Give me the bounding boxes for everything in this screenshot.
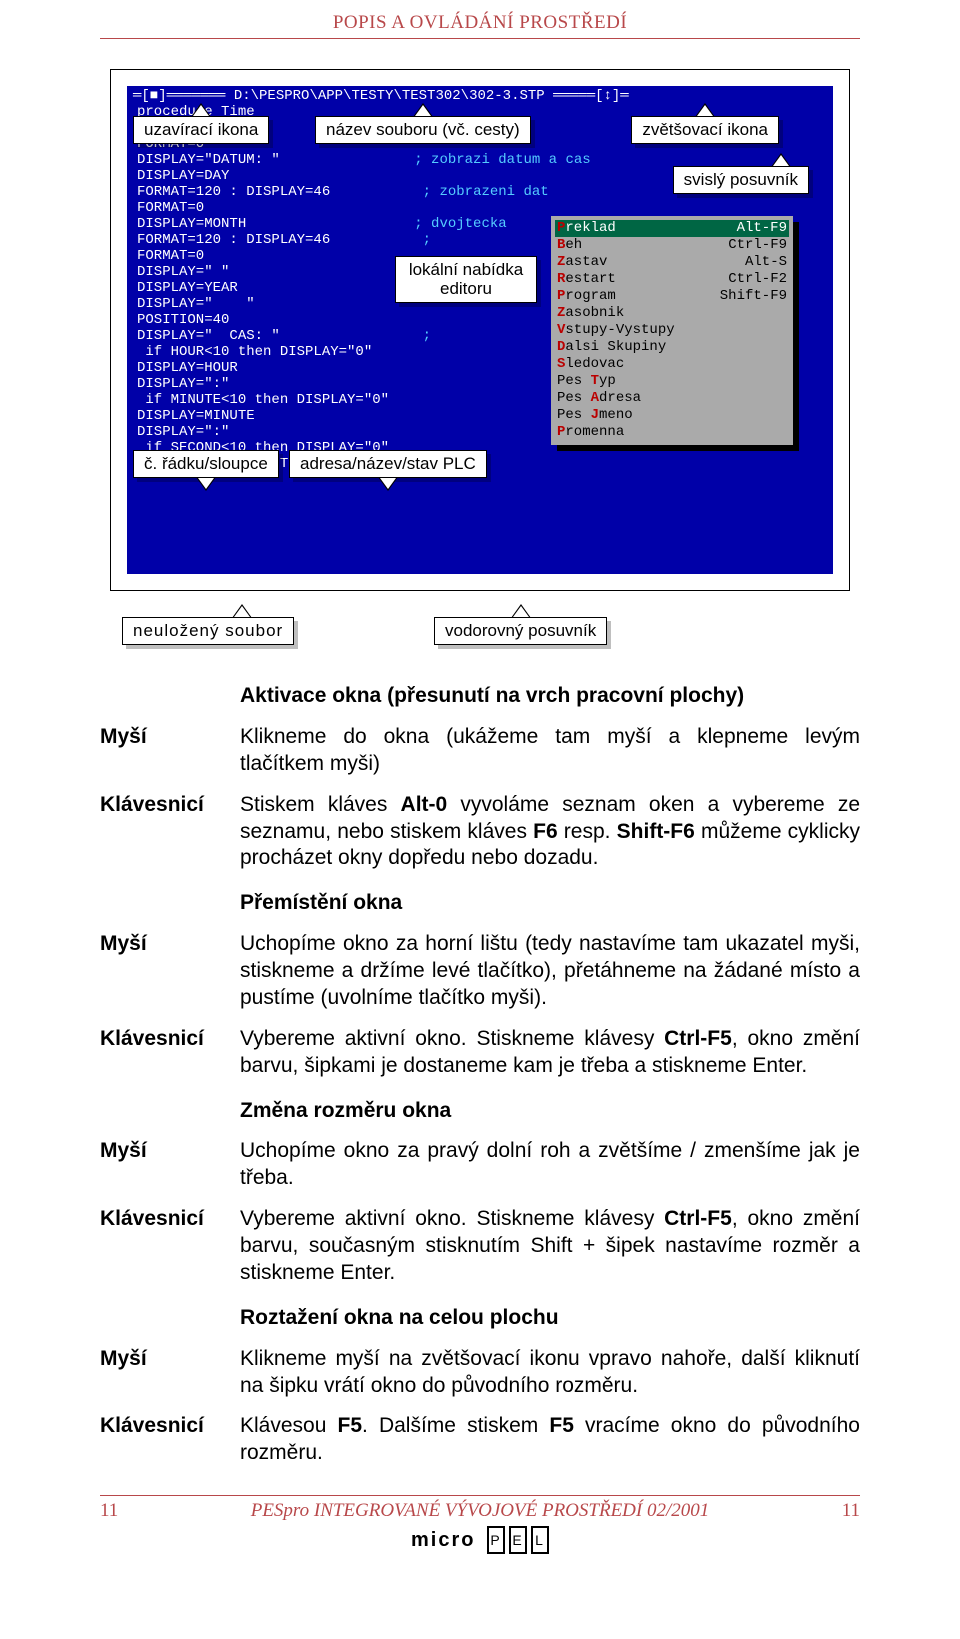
menu-item-vstupy-vystupy[interactable]: Vstupy-Vystupy [557,322,787,339]
section-title-activation: Aktivace okna (přesunutí na vrch pracovn… [240,683,860,710]
window-title-path: D:\PESPRO\APP\TESTY\TEST302\302-3.STP [234,88,545,104]
footer-center-text: PESpro INTEGROVANÉ VÝVOJOVÉ PROSTŘEDÍ 02… [251,1500,710,1522]
section-title-resize: Změna rozměru okna [240,1098,860,1125]
callout-close-icon: uzavírací ikona [133,116,269,144]
label-keyboard: Klávesnicí [100,1413,240,1467]
label-keyboard: Klávesnicí [100,792,240,873]
resize-keyboard-text: Vybereme aktivní okno. Stiskneme klávesy… [240,1206,860,1287]
footer-rule [100,1495,860,1496]
resize-mouse-text: Uchopíme okno za pravý dolní roh a zvětš… [240,1138,860,1192]
label-mouse: Myší [100,931,240,1012]
maximize-keyboard-text: Klávesou F5. Dalšíme stiskem F5 vracíme … [240,1413,860,1467]
menu-item-pes-adresa[interactable]: Pes Adresa [557,390,787,407]
dos-editor-window: ═[■]═══════ D:\PESPRO\APP\TESTY\TEST302\… [127,86,833,574]
logo-pel-icon: PEL [487,1526,549,1554]
label-keyboard: Klávesnicí [100,1206,240,1287]
section-title-move: Přemístění okna [240,890,860,917]
editor-screenshot-frame: ═[■]═══════ D:\PESPRO\APP\TESTY\TEST302\… [110,69,850,591]
callout-horizontal-scrollbar: vodorovný posuvník [434,617,607,645]
label-mouse: Myší [100,1346,240,1400]
callouts-below: neuložený soubor vodorovný posuvník [110,599,850,669]
label-mouse: Myší [100,1138,240,1192]
menu-item-promenna[interactable]: Promenna [557,424,787,441]
logo: micro PEL [0,1526,960,1554]
move-mouse-text: Uchopíme okno za horní lištu (tedy nasta… [240,931,860,1012]
section-title-maximize: Roztažení okna na celou plochu [240,1305,860,1332]
callout-zoom-icon: zvětšovací ikona [631,116,779,144]
menu-item-zastav[interactable]: ZastavAlt-S [557,254,787,271]
callout-unsaved-file: neuložený soubor [122,617,294,645]
activation-keyboard-text: Stiskem kláves Alt-0 vyvoláme seznam oke… [240,792,860,873]
callout-local-menu: lokální nabídka editoru [395,256,537,303]
menu-item-beh[interactable]: BehCtrl-F9 [557,237,787,254]
page-number-left: 11 [100,1500,118,1522]
callout-row-col: č. řádku/sloupce [133,450,279,478]
label-mouse: Myší [100,724,240,778]
menu-item-sledovac[interactable]: Sledovac [557,356,787,373]
label-keyboard: Klávesnicí [100,1026,240,1080]
logo-text: micro [411,1529,475,1552]
menu-item-program[interactable]: ProgramShift-F9 [557,288,787,305]
activation-mouse-text: Klikneme do okna (ukážeme tam myší a kle… [240,724,860,778]
page-footer: 11 PESpro INTEGROVANÉ VÝVOJOVÉ PROSTŘEDÍ… [0,1495,960,1554]
maximize-mouse-text: Klikneme myší na zvětšovací ikonu vpravo… [240,1346,860,1400]
page-number-right: 11 [842,1500,860,1522]
menu-item-dalsi-skupiny[interactable]: Dalsi Skupiny [557,339,787,356]
header-rule [100,38,860,39]
menu-item-pes-jmeno[interactable]: Pes Jmeno [557,407,787,424]
callout-plc: adresa/název/stav PLC [289,450,487,478]
callout-filename: název souboru (vč. cesty) [315,116,531,144]
window-title-bar: ═[■]═══════ D:\PESPRO\APP\TESTY\TEST302\… [127,86,833,104]
menu-item-restart[interactable]: RestartCtrl-F2 [557,271,787,288]
menu-item-pes-typ[interactable]: Pes Typ [557,373,787,390]
move-keyboard-text: Vybereme aktivní okno. Stiskneme klávesy… [240,1026,860,1080]
callout-vertical-scrollbar: svislý posuvník [673,166,809,194]
menu-item-preklad[interactable]: PrekladAlt-F9 [555,220,789,237]
instructions-section: Aktivace okna (přesunutí na vrch pracovn… [100,679,860,1467]
page-header-title: POPIS A OVLÁDÁNÍ PROSTŘEDÍ [333,12,627,33]
menu-item-zasobnik[interactable]: Zasobnik [557,305,787,322]
page-header: POPIS A OVLÁDÁNÍ PROSTŘEDÍ [0,0,960,39]
editor-context-menu[interactable]: PrekladAlt-F9 BehCtrl-F9 ZastavAlt-S Res… [551,216,793,445]
